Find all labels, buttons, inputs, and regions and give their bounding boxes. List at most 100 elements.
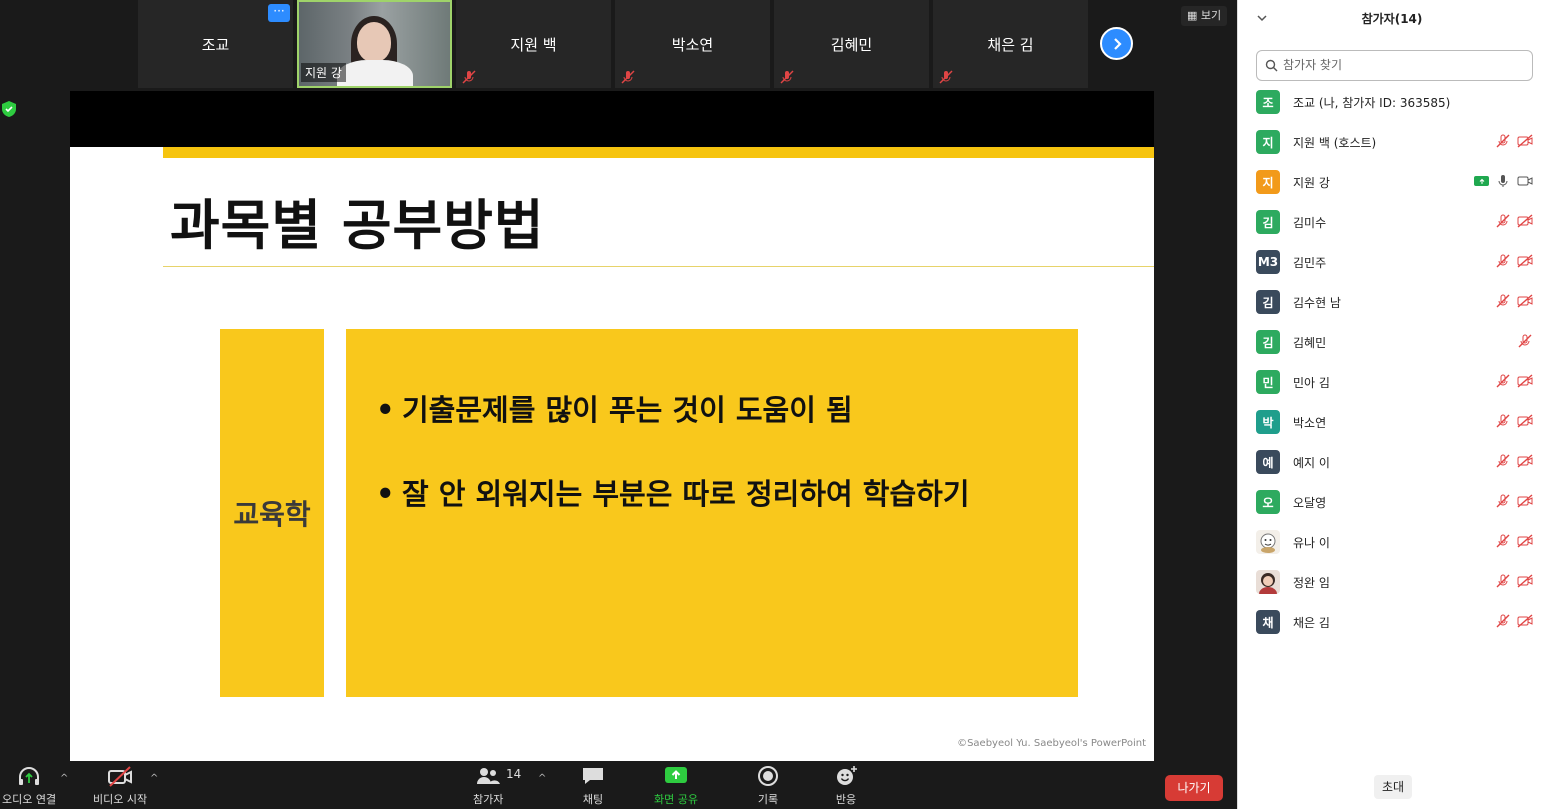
participant-name: 조교 (나, 참가자 ID: 363585) [1293,96,1451,110]
participant-tile[interactable]: 김혜민 [774,0,929,88]
share-screen-icon [664,767,687,783]
slide-title: 과목별 공부방법 [170,194,545,257]
participant-status-icons [1495,574,1533,588]
invite-button[interactable]: 초대 [1374,775,1412,799]
participant-tile[interactable]: 지원 백 [456,0,611,88]
participants-options-caret[interactable]: ^ [538,773,546,784]
audio-options-caret[interactable]: ^ [60,773,68,784]
participant-tile[interactable]: 박소연 [615,0,770,88]
video-off-icon [1517,254,1533,268]
slide-bullet: 잘 안 외워지는 부분은 따로 정리하여 학습하기 [376,471,1078,513]
tile-more-button[interactable]: ··· [268,4,290,22]
participant-name: 민아 김 [1293,376,1330,390]
mic-off-icon [1496,134,1510,148]
participant-status-icons [1495,494,1533,508]
content-box: 기출문제를 많이 푸는 것이 도움이 됨 잘 안 외워지는 부분은 따로 정리하… [346,329,1078,697]
participant-row[interactable]: 정완 임 [1238,568,1546,608]
photo-avatar-icon [1259,573,1277,594]
subject-label: 교육학 [233,498,311,531]
participant-search[interactable] [1256,50,1533,81]
video-off-icon [1517,574,1533,588]
strip-next-button[interactable] [1100,27,1133,60]
participant-row[interactable]: 유나 이 [1238,528,1546,568]
participant-video-tile[interactable]: 지원 강 [297,0,452,88]
avatar-initial: 조 [1262,95,1274,110]
avatar-initial: 지 [1262,175,1274,190]
participant-status-icons [1517,334,1533,348]
meeting-area: 조교 지원 강 지원 백 박소연 김혜민 채은 김 ··· ▦ 보기 과목별 공… [0,0,1236,809]
participant-name: 지원 백 (호스트) [1293,136,1377,150]
participant-tile[interactable]: 채은 김 [933,0,1088,88]
participants-button[interactable]: 참가자 [473,765,503,807]
participant-tile-name: 지원 백 [510,35,557,54]
slide-divider [163,266,1154,267]
participant-row[interactable]: 지 지원 백 (호스트) [1238,128,1546,168]
chevron-right-icon [1113,37,1122,50]
screen-share-icon [1474,176,1489,186]
mic-off-icon [1496,374,1510,388]
avatar: 박 [1256,410,1280,434]
view-button[interactable]: ▦ 보기 [1181,6,1228,26]
mic-off-icon [1496,414,1510,428]
video-off-icon [1517,214,1533,228]
share-screen-button[interactable]: 화면 공유 [654,765,698,807]
participant-row[interactable]: 지 지원 강 [1238,168,1546,208]
participant-status-icons [1495,614,1533,628]
participant-row[interactable]: 김 김혜민 [1238,328,1546,368]
mic-off-icon [462,70,476,84]
audio-button[interactable]: 오디오 연결 [2,765,56,807]
reactions-button[interactable]: 반응 [833,765,859,807]
security-shield-icon[interactable] [2,101,16,117]
participant-tile-name: 지원 강 [301,63,346,82]
avatar: 예 [1256,450,1280,474]
participant-row[interactable]: 김 김수현 남 [1238,288,1546,328]
participant-name: 유나 이 [1293,536,1330,550]
participant-name: 예지 이 [1293,456,1330,470]
participants-panel: 참가자(14) 조 조교 (나, 참가자 ID: 363585) 지 지원 백 (호스… [1237,0,1546,809]
panel-title: 참가자(14) [1361,12,1423,26]
mic-off-icon [780,70,794,84]
participant-row[interactable]: 민 민아 김 [1238,368,1546,408]
avatar: 민 [1256,370,1280,394]
subject-label-box: 교육학 [220,329,324,697]
participant-row[interactable]: 박 박소연 [1238,408,1546,448]
participant-row[interactable]: M3 김민주 [1238,248,1546,288]
slide-bullet: 기출문제를 많이 푸는 것이 도움이 됨 [376,387,1078,429]
mic-off-icon [621,70,635,84]
participant-row[interactable]: 오 오달영 [1238,488,1546,528]
participant-status-icons [1495,294,1533,308]
avatar-initial: 예 [1262,455,1274,470]
panel-header: 참가자(14) [1238,0,1546,36]
participant-status-icons [1495,214,1533,228]
avatar: 채 [1256,610,1280,634]
leave-button[interactable]: 나가기 [1165,775,1223,801]
avatar-initial: 지 [1262,135,1274,150]
video-options-caret[interactable]: ^ [150,773,158,784]
video-off-icon [1517,454,1533,468]
search-icon [1265,59,1278,72]
record-button[interactable]: 기록 [755,765,781,807]
video-off-icon [1517,374,1533,388]
video-off-icon [1517,494,1533,508]
participant-row[interactable]: 예 예지 이 [1238,448,1546,488]
participant-status-icons [1495,374,1533,388]
video-button[interactable]: 비디오 시작 [93,765,147,807]
participants-count: 14 [506,767,522,781]
mic-off-icon [1496,214,1510,228]
participant-row[interactable]: 채 채은 김 [1238,608,1546,648]
avatar: 김 [1256,330,1280,354]
avatar-initial: 채 [1262,615,1274,630]
mic-off-icon [1496,254,1510,268]
participant-row[interactable]: 김 김미수 [1238,208,1546,248]
participant-status-icons [1495,134,1533,148]
chat-button[interactable]: 채팅 [580,765,606,807]
mic-off-icon [1496,494,1510,508]
participant-status-icons [1495,454,1533,468]
participant-row[interactable]: 조 조교 (나, 참가자 ID: 363585) [1238,88,1546,128]
slide-top-bar [70,91,1154,147]
avatar [1256,570,1280,594]
avatar: 오 [1256,490,1280,514]
grid-icon: ▦ [1187,9,1201,22]
search-input[interactable] [1283,55,1523,75]
mic-off-icon [939,70,953,84]
